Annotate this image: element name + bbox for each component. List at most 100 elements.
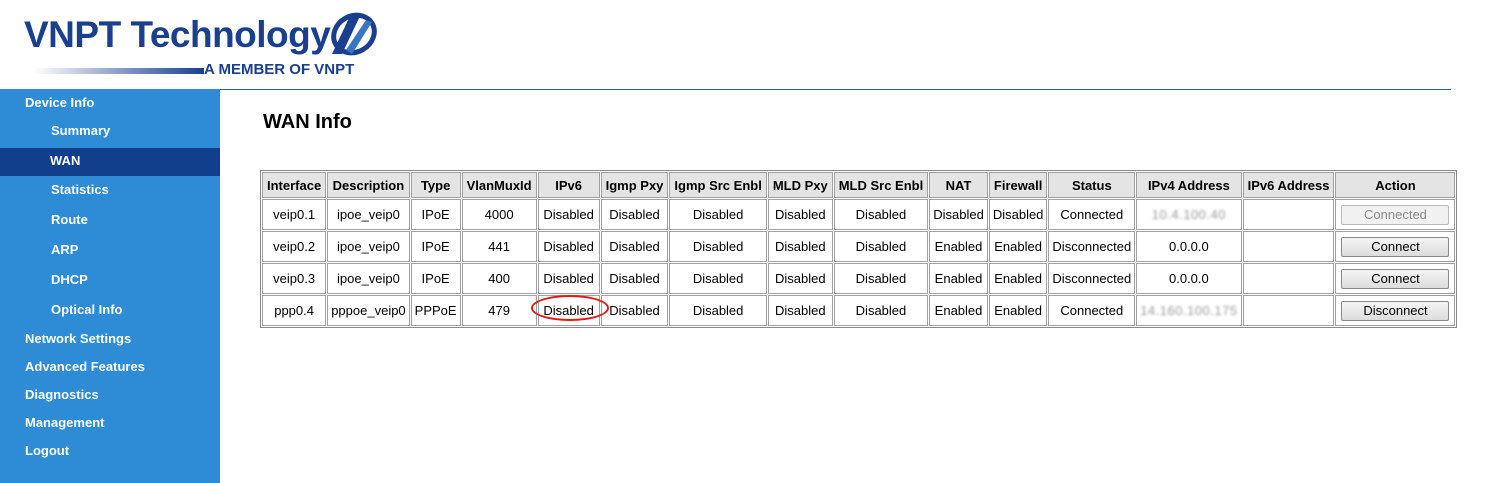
col-header-type: Type [410,172,461,198]
cell-interface: veip0.1 [262,199,327,230]
cell-mld-src-enbl: Disabled [833,199,929,230]
cell-mld-pxy: Disabled [767,199,833,230]
cell-vlanmuxid: 479 [461,295,537,326]
header-divider [220,89,1451,90]
cell-ipv4-address: 14.160.100.175 [1136,295,1242,326]
col-header-interface: Interface [262,172,327,198]
cell-ipv6-address [1242,199,1335,230]
connected-button[interactable]: Connected [1341,204,1450,225]
col-header-description: Description [327,172,410,198]
ipv4-address-blurred: 14.160.100.175 [1140,303,1238,318]
cell-mld-src-enbl: Disabled [833,231,929,262]
cell-action: Connected [1335,199,1456,230]
cell-igmp-pxy: Disabled [600,295,669,326]
table-row: veip0.3 ipoe_veip0 IPoE 400 Disabled Dis… [262,263,1456,294]
ipv4-address-blurred: 10.4.100.40 [1151,207,1226,222]
table-row: veip0.2 ipoe_veip0 IPoE 441 Disabled Dis… [262,231,1456,262]
cell-igmp-src-enbl: Disabled [669,231,767,262]
cell-mld-pxy: Disabled [767,263,833,294]
cell-vlanmuxid: 4000 [461,199,537,230]
col-header-action: Action [1335,172,1456,198]
cell-igmp-src-enbl: Disabled [669,199,767,230]
connect-button[interactable]: Connect [1341,268,1450,289]
col-header-igmp-pxy: Igmp Pxy [600,172,669,198]
cell-description: ipoe_veip0 [327,199,410,230]
sidebar: Device Info Summary WAN Statistics Route… [0,89,220,483]
sidebar-item-network-settings[interactable]: Network Settings [0,326,220,354]
table-header-row: Interface Description Type VlanMuxId IPv… [262,172,1456,198]
cell-interface: ppp0.4 [262,295,327,326]
col-header-mld-pxy: MLD Pxy [767,172,833,198]
cell-interface: veip0.2 [262,231,327,262]
cell-description: ipoe_veip0 [327,231,410,262]
vnpt-logo-icon [331,12,377,56]
cell-description: pppoe_veip0 [327,295,410,326]
cell-igmp-pxy: Disabled [600,199,669,230]
cell-firewall: Disabled [988,199,1048,230]
cell-type: IPoE [410,231,461,262]
cell-nat: Enabled [929,263,988,294]
brand-underline [34,68,204,74]
table-row: ppp0.4 pppoe_veip0 PPPoE 479 Disabled Di… [262,295,1456,326]
col-header-nat: NAT [929,172,988,198]
cell-firewall: Enabled [988,231,1048,262]
cell-mld-pxy: Disabled [767,295,833,326]
wan-info-table: Interface Description Type VlanMuxId IPv… [260,170,1458,328]
cell-nat: Disabled [929,199,988,230]
cell-ipv6-address [1242,231,1335,262]
cell-ipv6-address [1242,295,1335,326]
cell-status: Connected [1048,295,1136,326]
cell-firewall: Enabled [988,295,1048,326]
sidebar-item-logout[interactable]: Logout [0,438,220,466]
col-header-ipv6-address: IPv6 Address [1242,172,1335,198]
cell-nat: Enabled [929,231,988,262]
sidebar-item-arp[interactable]: ARP [0,236,220,266]
sidebar-item-diagnostics[interactable]: Diagnostics [0,382,220,410]
cell-interface: veip0.3 [262,263,327,294]
sidebar-item-dhcp[interactable]: DHCP [0,266,220,296]
cell-ipv4-address: 0.0.0.0 [1136,263,1242,294]
cell-igmp-src-enbl: Disabled [669,263,767,294]
cell-mld-pxy: Disabled [767,231,833,262]
sidebar-item-device-info[interactable]: Device Info [0,89,220,116]
col-header-status: Status [1048,172,1136,198]
col-header-ipv4-address: IPv4 Address [1136,172,1242,198]
cell-description: ipoe_veip0 [327,263,410,294]
col-header-vlanmuxid: VlanMuxId [461,172,537,198]
cell-mld-src-enbl: Disabled [833,295,929,326]
sidebar-item-statistics[interactable]: Statistics [0,176,220,206]
col-header-ipv6: IPv6 [537,172,600,198]
cell-firewall: Enabled [988,263,1048,294]
sidebar-item-advanced-features[interactable]: Advanced Features [0,354,220,382]
cell-status: Connected [1048,199,1136,230]
sidebar-item-wan[interactable]: WAN [0,148,220,176]
cell-ipv6: Disabled [537,263,600,294]
cell-action: Disconnect [1335,295,1456,326]
cell-vlanmuxid: 441 [461,231,537,262]
cell-ipv4-address: 0.0.0.0 [1136,231,1242,262]
ipv6-highlight: Disabled [531,295,610,321]
brand-title: VNPT Technology [24,14,331,55]
cell-igmp-src-enbl: Disabled [669,295,767,326]
cell-ipv6: Disabled [531,295,610,326]
sidebar-item-management[interactable]: Management [0,410,220,438]
cell-ipv6-address [1242,263,1335,294]
sidebar-item-route[interactable]: Route [0,206,220,236]
cell-ipv6: Disabled [537,199,600,230]
brand-subtitle: A MEMBER OF VNPT [204,61,355,78]
sidebar-item-optical-info[interactable]: Optical Info [0,296,220,326]
sidebar-item-summary[interactable]: Summary [0,116,220,146]
cell-igmp-pxy: Disabled [600,263,669,294]
col-header-igmp-src-enbl: Igmp Src Enbl [669,172,767,198]
cell-igmp-pxy: Disabled [600,231,669,262]
cell-status: Disconnected [1048,231,1136,262]
cell-type: IPoE [410,199,461,230]
cell-action: Connect [1335,263,1456,294]
cell-action: Connect [1335,231,1456,262]
cell-ipv6: Disabled [537,231,600,262]
connect-button[interactable]: Connect [1341,236,1450,257]
disconnect-button[interactable]: Disconnect [1341,300,1450,321]
col-header-firewall: Firewall [988,172,1048,198]
cell-vlanmuxid: 400 [461,263,537,294]
cell-mld-src-enbl: Disabled [833,263,929,294]
